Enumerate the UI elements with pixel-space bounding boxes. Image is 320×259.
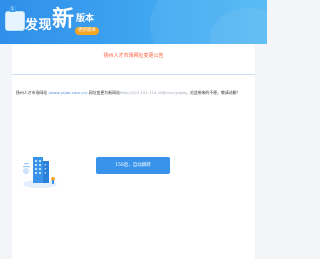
notice-body: 扬州人才市场网站 (www.yzjob.com.cn) 网址变更为新网站http… (12, 75, 255, 259)
banner-found-text: 发现 (25, 18, 53, 33)
new-site-link[interactable]: http://222.191.114.188/rcsc/yzjob (120, 90, 186, 95)
banner-version-text: 版本 (76, 14, 95, 24)
message-prefix: 扬州人才市场网站 (16, 90, 48, 95)
notice-title: 扬州人才市场网址变更公告 (103, 53, 164, 59)
notice-message: 扬州人才市场网站 (www.yzjob.com.cn) 网址变更为新网站http… (16, 90, 254, 96)
banner-new-text: 新 (52, 7, 75, 32)
building-illustration-icon (22, 157, 57, 188)
update-banner: 1 发现 新 版本 更新版本 (0, 0, 267, 44)
auto-redirect-button[interactable]: 15S后，自动跳转 (96, 157, 170, 174)
old-site-link[interactable]: (www.yzjob.com.cn) (48, 90, 87, 95)
gift-box-icon (5, 11, 25, 31)
message-middle: 网址变更为新网站 (88, 90, 120, 95)
gift-badge: 1 (9, 6, 16, 12)
update-version-badge: 更新版本 (75, 27, 99, 35)
message-end: ，对此带来的不便，敬请谅解！ (185, 90, 241, 95)
notice-header: 扬州人才市场网址变更公告 (12, 44, 255, 74)
